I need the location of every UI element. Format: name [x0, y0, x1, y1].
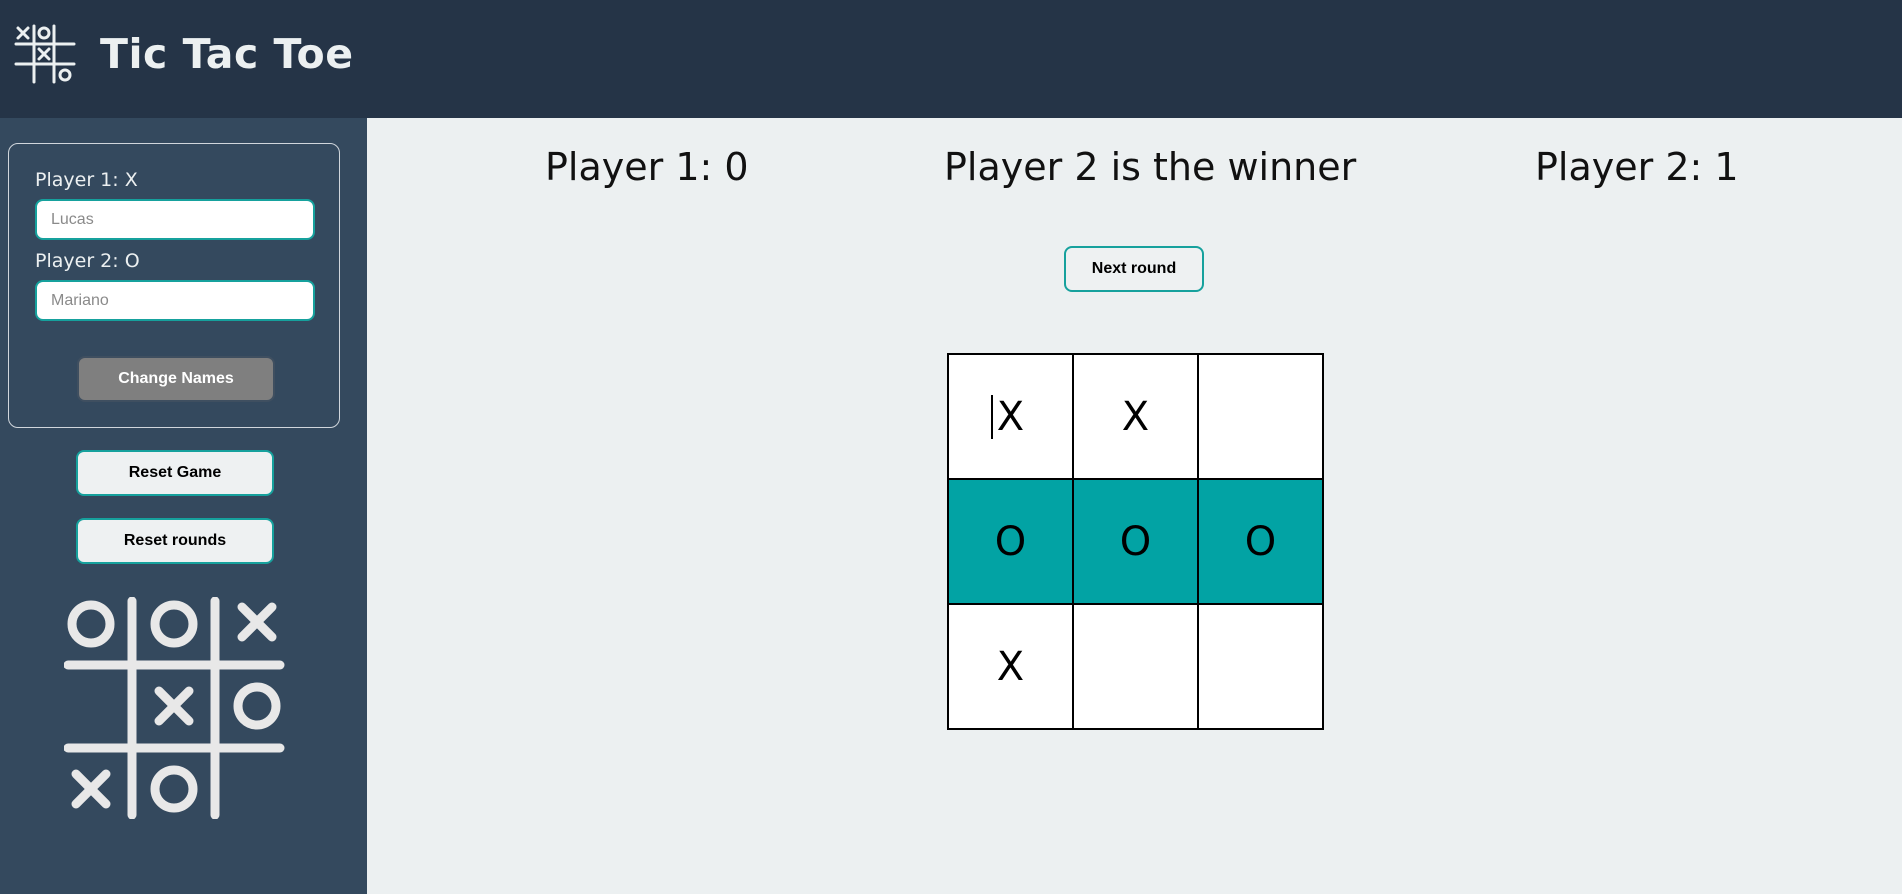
player1-label: Player 1: X: [35, 169, 138, 191]
next-round-button[interactable]: Next round: [1064, 246, 1204, 292]
board-cell[interactable]: O: [1198, 479, 1323, 604]
board-cell[interactable]: [1073, 604, 1198, 729]
board-cell[interactable]: X: [1073, 354, 1198, 479]
player-names-panel: Player 1: X Player 2: O Change Names: [8, 143, 340, 428]
player2-name-input[interactable]: [35, 280, 315, 321]
tic-tac-toe-logo-icon: [14, 24, 76, 84]
player1-name-input[interactable]: [35, 199, 315, 240]
text-cursor: [990, 394, 993, 439]
sidebar: Player 1: X Player 2: O Change Names Res…: [0, 118, 367, 894]
board-cell[interactable]: X: [948, 604, 1073, 729]
tic-tac-toe-illustration-icon: [64, 597, 285, 819]
game-board: X X O O O X: [947, 353, 1324, 730]
app-header: Tic Tac Toe: [0, 0, 1902, 118]
reset-game-button[interactable]: Reset Game: [76, 450, 274, 496]
app-title: Tic Tac Toe: [100, 30, 354, 78]
player2-score: Player 2: 1: [1535, 145, 1739, 189]
player1-score: Player 1: 0: [545, 145, 749, 189]
main-area: Player 1: 0 Player 2 is the winner Playe…: [367, 118, 1902, 894]
board-cell[interactable]: [1198, 354, 1323, 479]
board-cell[interactable]: O: [948, 479, 1073, 604]
board-cell[interactable]: [1198, 604, 1323, 729]
round-status: Player 2 is the winner: [944, 145, 1357, 189]
board-cell[interactable]: O: [1073, 479, 1198, 604]
player2-label: Player 2: O: [35, 250, 140, 272]
change-names-button[interactable]: Change Names: [77, 356, 275, 402]
board-cell[interactable]: X: [948, 354, 1073, 479]
reset-rounds-button[interactable]: Reset rounds: [76, 518, 274, 564]
